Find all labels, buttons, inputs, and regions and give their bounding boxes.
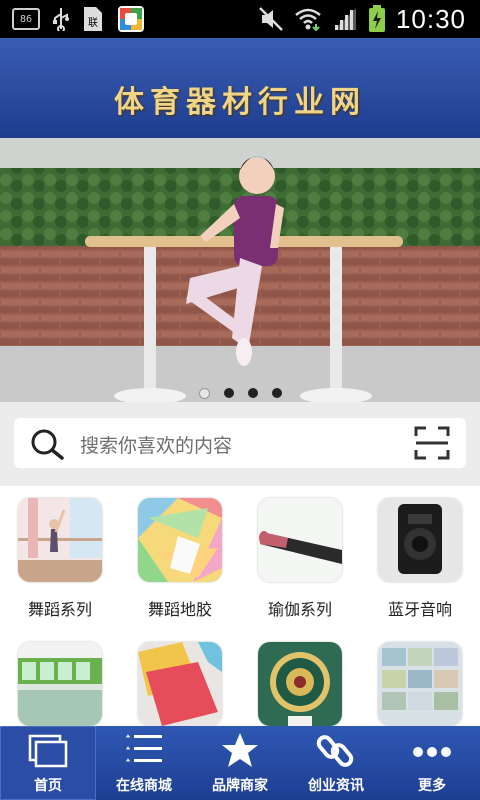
carousel-dot-1[interactable] (198, 388, 210, 399)
category-label: 舞蹈地胶 (147, 600, 212, 619)
category-grid: 舞蹈系列 舞蹈地胶 瑜伽系列 蓝牙音响 (0, 486, 480, 726)
search-section: 搜索你喜欢的内容 (0, 402, 480, 486)
status-bar-left: 86 联 (12, 6, 144, 32)
page-title: 体育器材行业网 (114, 85, 366, 120)
carousel-dot-3[interactable] (247, 388, 258, 398)
bottom-navigation: 首页 在线商城 品牌商家 创业资讯 更多 (0, 726, 480, 800)
search-placeholder: 搜索你喜欢的内容 (80, 435, 233, 457)
usb-icon (53, 8, 69, 31)
banner-carousel[interactable] (0, 138, 480, 402)
carousel-indicator[interactable] (0, 388, 480, 399)
yoga-mat-image (258, 498, 342, 582)
nav-label: 在线商城 (116, 778, 172, 794)
battery-charging-icon (368, 5, 385, 32)
nav-item-brand-merchants[interactable]: 品牌商家 (192, 726, 288, 800)
banner-image (0, 138, 480, 402)
category-thumb[interactable] (258, 498, 342, 582)
category-thumb[interactable] (138, 642, 222, 726)
category-item-bluetooth-speaker[interactable]: 蓝牙音响 (360, 498, 480, 620)
category-thumb[interactable] (18, 498, 102, 582)
nav-label: 更多 (418, 778, 446, 794)
nav-label: 创业资讯 (308, 778, 364, 794)
dance-image (18, 498, 102, 582)
category-thumb[interactable] (378, 642, 462, 726)
wifi-icon (295, 8, 321, 32)
court-floor-image (258, 642, 342, 726)
tile-sample-image (378, 642, 462, 726)
notification-count-badge: 86 (12, 8, 40, 30)
category-thumb[interactable] (18, 642, 102, 726)
list-icon (126, 734, 162, 762)
speaker-image (378, 498, 462, 582)
category-label: 瑜伽系列 (267, 600, 332, 619)
category-thumb[interactable] (258, 642, 342, 726)
category-thumb[interactable] (378, 498, 462, 582)
nav-item-online-mall[interactable]: 在线商城 (96, 726, 192, 800)
document-icon: 联 (84, 7, 102, 31)
app-header: 体育器材行业网 (0, 38, 480, 138)
category-item-dance-floor[interactable]: 舞蹈地胶 (120, 498, 240, 620)
home-window-icon (28, 734, 68, 768)
category-label: 舞蹈系列 (27, 600, 92, 619)
dance-floor-image (138, 498, 222, 582)
scan-icon[interactable] (414, 426, 450, 460)
nav-item-home[interactable]: 首页 (0, 726, 96, 800)
category-item-dance-series[interactable]: 舞蹈系列 (0, 498, 120, 620)
nav-label: 首页 (34, 778, 62, 794)
svg-text:联: 联 (88, 17, 98, 29)
nav-item-more[interactable]: 更多 (384, 726, 480, 800)
mute-icon (259, 7, 283, 31)
nav-label: 品牌商家 (212, 778, 268, 794)
category-label: 蓝牙音响 (387, 600, 452, 619)
signal-icon (333, 8, 356, 30)
flooring-sample-image (138, 642, 222, 726)
more-dots-icon (413, 747, 451, 757)
status-bar-right: 10:30 (258, 4, 466, 34)
star-icon (222, 733, 258, 767)
category-thumb[interactable] (138, 498, 222, 582)
status-bar: 86 联 10:30 (0, 0, 480, 38)
carousel-dot-2[interactable] (223, 388, 234, 398)
search-input[interactable]: 搜索你喜欢的内容 (14, 418, 466, 468)
carousel-dot-4[interactable] (271, 388, 282, 398)
category-item-yoga-series[interactable]: 瑜伽系列 (240, 498, 360, 620)
app-store-icon (118, 6, 144, 32)
dance-studio-image (18, 642, 102, 726)
nav-item-business-news[interactable]: 创业资讯 (288, 726, 384, 800)
clock: 10:30 (395, 3, 466, 34)
search-icon[interactable] (30, 428, 66, 460)
link-icon (316, 735, 354, 767)
